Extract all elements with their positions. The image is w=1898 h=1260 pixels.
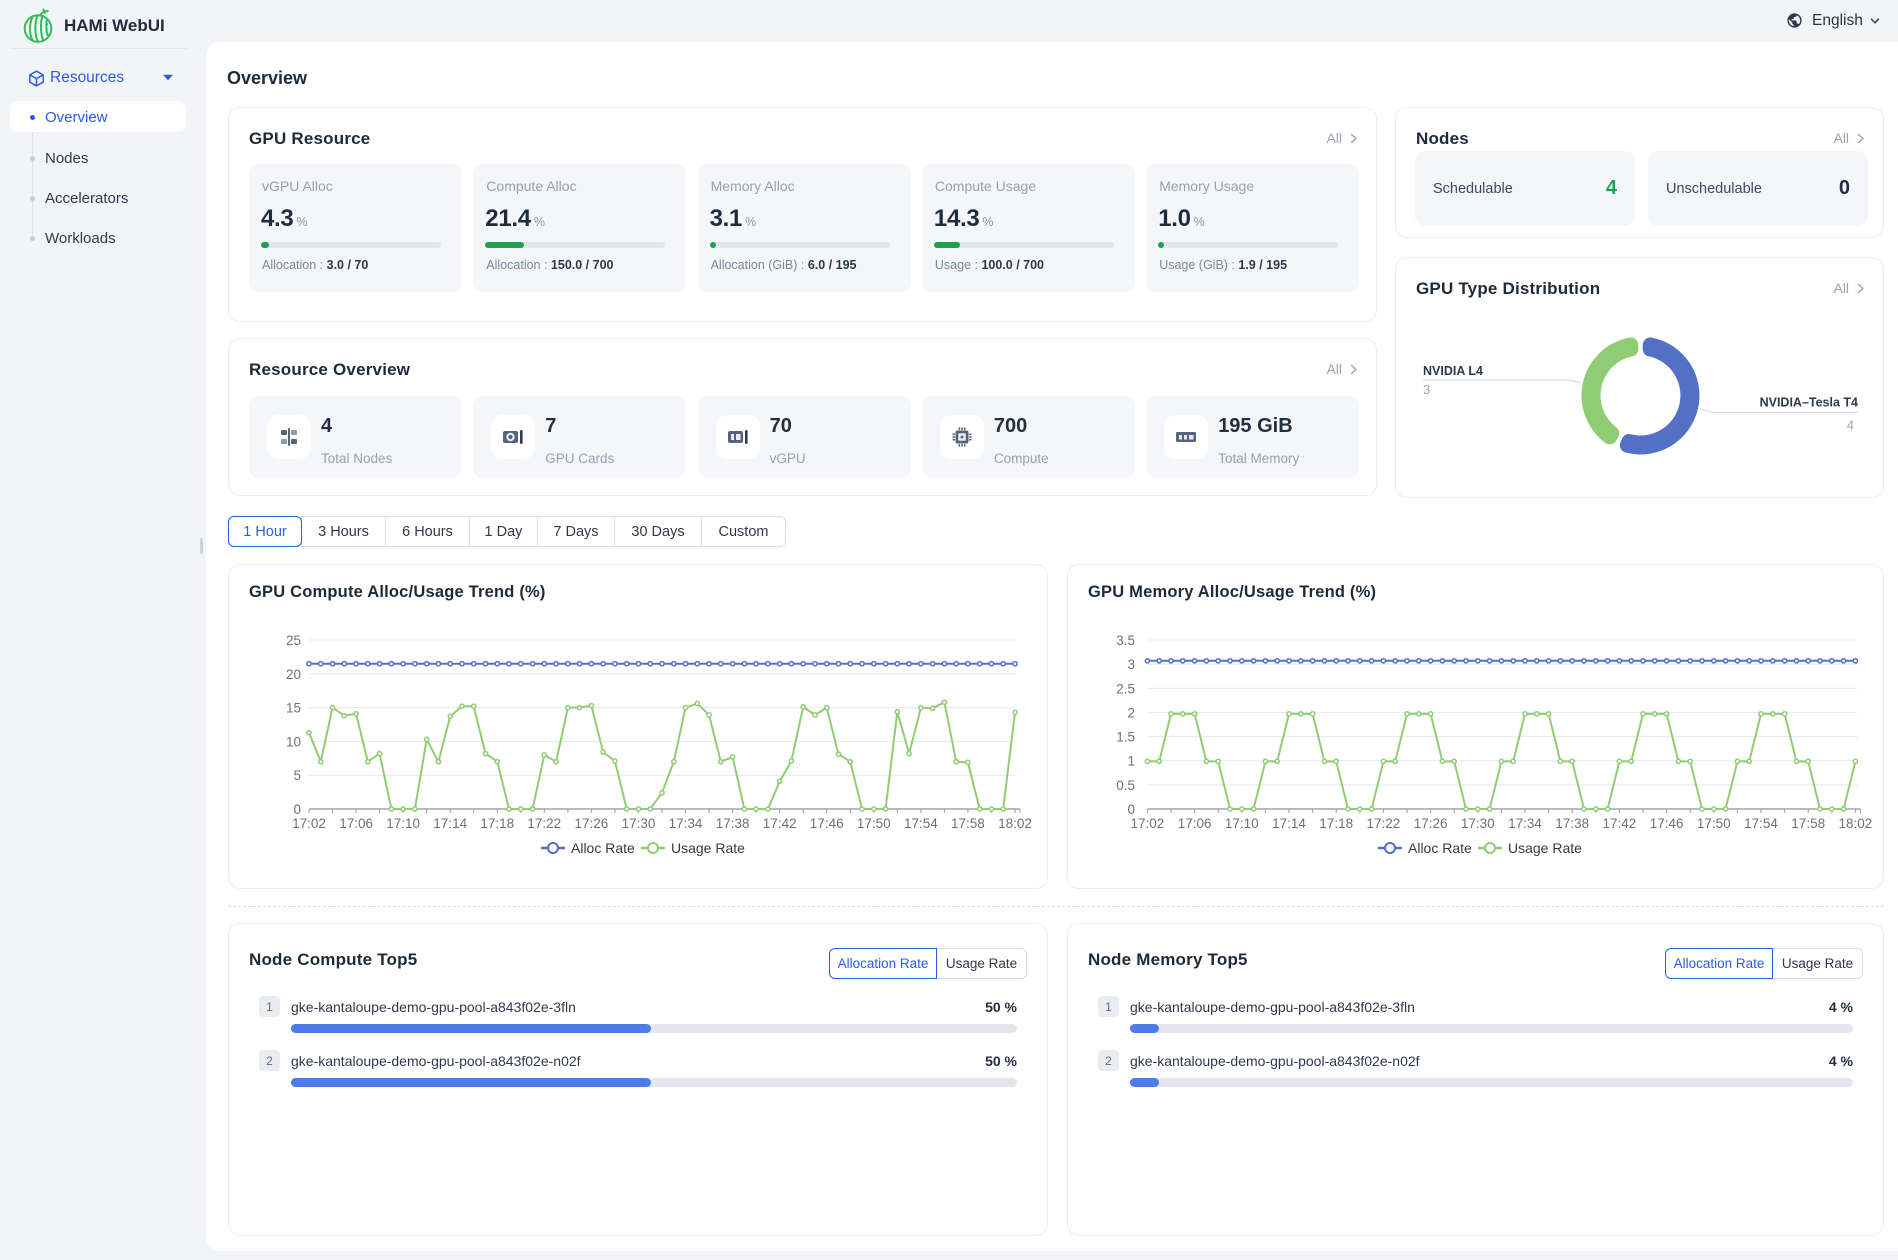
svg-text:17:22: 17:22 bbox=[1367, 816, 1401, 831]
svg-text:17:42: 17:42 bbox=[1603, 816, 1637, 831]
svg-text:17:50: 17:50 bbox=[1697, 816, 1731, 831]
svg-text:17:02: 17:02 bbox=[1131, 816, 1165, 831]
svg-text:Alloc Rate: Alloc Rate bbox=[1408, 840, 1472, 856]
svg-text:1.5: 1.5 bbox=[1116, 730, 1135, 745]
svg-text:3: 3 bbox=[1423, 382, 1430, 397]
svg-text:17:34: 17:34 bbox=[1508, 816, 1542, 831]
svg-text:17:10: 17:10 bbox=[1225, 816, 1259, 831]
svg-text:Usage Rate: Usage Rate bbox=[671, 840, 745, 856]
svg-text:17:06: 17:06 bbox=[339, 816, 373, 831]
svg-text:17:42: 17:42 bbox=[763, 816, 797, 831]
svg-text:NVIDIA–Tesla T4: NVIDIA–Tesla T4 bbox=[1760, 396, 1858, 410]
svg-text:17:46: 17:46 bbox=[1650, 816, 1684, 831]
svg-text:20: 20 bbox=[286, 667, 301, 682]
svg-text:3.5: 3.5 bbox=[1116, 633, 1135, 648]
svg-text:15: 15 bbox=[286, 701, 301, 716]
svg-text:17:22: 17:22 bbox=[527, 816, 561, 831]
svg-text:17:58: 17:58 bbox=[951, 816, 985, 831]
svg-text:17:46: 17:46 bbox=[810, 816, 844, 831]
svg-text:17:14: 17:14 bbox=[1272, 816, 1306, 831]
svg-text:1: 1 bbox=[1127, 754, 1135, 769]
svg-text:17:10: 17:10 bbox=[386, 816, 420, 831]
svg-text:18:02: 18:02 bbox=[1839, 816, 1873, 831]
svg-text:2: 2 bbox=[1127, 705, 1135, 720]
svg-text:17:54: 17:54 bbox=[904, 816, 938, 831]
svg-text:4: 4 bbox=[1847, 418, 1854, 433]
svg-text:17:54: 17:54 bbox=[1744, 816, 1778, 831]
svg-text:17:18: 17:18 bbox=[1319, 816, 1353, 831]
svg-text:17:06: 17:06 bbox=[1178, 816, 1212, 831]
svg-text:10: 10 bbox=[286, 734, 301, 749]
svg-text:0: 0 bbox=[293, 802, 301, 817]
svg-text:17:50: 17:50 bbox=[857, 816, 891, 831]
svg-text:17:38: 17:38 bbox=[1555, 816, 1589, 831]
svg-text:18:02: 18:02 bbox=[998, 816, 1032, 831]
svg-text:25: 25 bbox=[286, 633, 301, 648]
svg-text:17:30: 17:30 bbox=[622, 816, 656, 831]
svg-text:2.5: 2.5 bbox=[1116, 681, 1135, 696]
svg-text:0: 0 bbox=[1127, 802, 1135, 817]
svg-text:17:26: 17:26 bbox=[1414, 816, 1448, 831]
svg-text:17:34: 17:34 bbox=[669, 816, 703, 831]
svg-text:0.5: 0.5 bbox=[1116, 778, 1135, 793]
svg-text:17:18: 17:18 bbox=[480, 816, 514, 831]
svg-text:NVIDIA L4: NVIDIA L4 bbox=[1423, 364, 1483, 378]
svg-text:17:30: 17:30 bbox=[1461, 816, 1495, 831]
svg-text:Alloc Rate: Alloc Rate bbox=[571, 840, 635, 856]
svg-text:17:38: 17:38 bbox=[716, 816, 750, 831]
svg-text:17:02: 17:02 bbox=[292, 816, 326, 831]
svg-text:Usage Rate: Usage Rate bbox=[1508, 840, 1582, 856]
svg-text:17:14: 17:14 bbox=[433, 816, 467, 831]
svg-text:17:58: 17:58 bbox=[1791, 816, 1825, 831]
svg-text:5: 5 bbox=[293, 768, 301, 783]
svg-text:3: 3 bbox=[1127, 657, 1135, 672]
svg-text:17:26: 17:26 bbox=[575, 816, 609, 831]
